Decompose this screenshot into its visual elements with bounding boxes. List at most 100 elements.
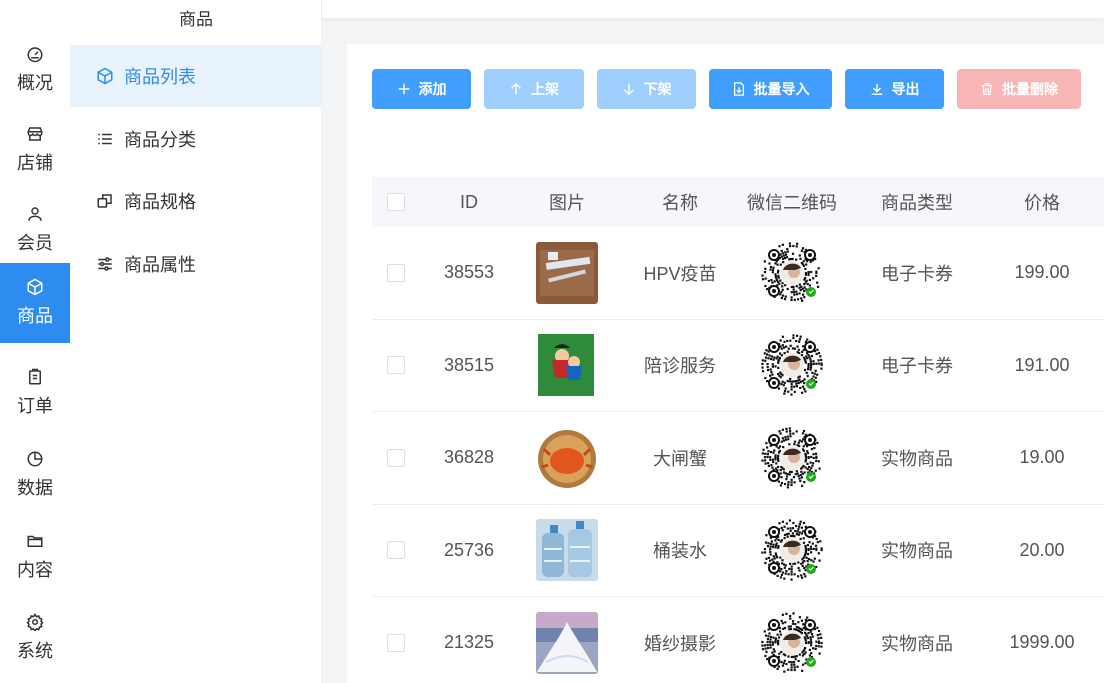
header-qr: 微信二维码	[747, 193, 837, 213]
store-icon	[27, 127, 43, 141]
row-image-cell	[518, 334, 616, 397]
trash-icon	[981, 83, 993, 95]
pie-chart-icon	[27, 451, 43, 467]
row-image-cell	[518, 611, 616, 674]
nav-item-system[interactable]: 系统	[0, 598, 70, 678]
row-type: 实物商品	[881, 448, 953, 469]
copy-icon	[97, 194, 112, 208]
header-id: ID	[460, 191, 478, 212]
row-checkbox[interactable]	[387, 633, 405, 652]
row-qr-cell	[744, 334, 840, 396]
row-price: 191.00	[1014, 354, 1070, 375]
row-checkbox[interactable]	[387, 448, 405, 467]
nav-item-label: 会员	[17, 233, 53, 253]
add-button[interactable]: 添加	[372, 69, 471, 109]
row-name: 大闸蟹	[653, 448, 707, 469]
wechat-qr-code[interactable]	[761, 612, 823, 674]
nav-item-products[interactable]: 商品	[0, 263, 70, 343]
toolbar: 添加 上架 下架 批量导入 导出 批量删除	[372, 69, 1094, 109]
nav-item-label: 系统	[17, 641, 53, 661]
wedding-photo-image	[536, 611, 598, 674]
crab-image	[536, 426, 598, 489]
batch-delete-button[interactable]: 批量删除	[957, 69, 1081, 109]
arrow-down-icon	[623, 83, 634, 96]
header-price: 价格	[1024, 193, 1060, 213]
nav-item-label: 订单	[17, 396, 53, 416]
nav-item-content[interactable]: 内容	[0, 517, 70, 597]
row-price: 20.00	[1019, 539, 1065, 560]
row-qr-cell	[744, 242, 840, 304]
row-id: 36828	[443, 447, 495, 468]
row-name: 桶装水	[653, 541, 707, 562]
user-icon	[28, 207, 42, 221]
unshelve-button[interactable]: 下架	[597, 69, 696, 109]
row-image-cell	[518, 426, 616, 489]
row-checkbox[interactable]	[387, 263, 405, 282]
sidebar-item-product-category[interactable]: 商品分类	[70, 108, 322, 170]
export-button[interactable]: 导出	[845, 69, 944, 109]
row-type: 电子卡券	[881, 263, 953, 284]
row-id: 38515	[443, 354, 495, 375]
row-name: 婚纱摄影	[644, 633, 716, 654]
sidebar-item-product-list[interactable]: 商品列表	[70, 45, 322, 107]
select-all-cell	[372, 193, 420, 211]
sidebar-item-product-attribute[interactable]: 商品属性	[70, 233, 322, 295]
table-header: ID 图片 名称 微信二维码 商品类型 价格	[372, 177, 1104, 227]
nav-item-label: 数据	[17, 478, 53, 498]
nav-item-orders[interactable]: 订单	[0, 353, 70, 433]
row-price: 199.00	[1014, 262, 1070, 283]
top-header-bar	[322, 0, 1104, 18]
box-icon	[97, 67, 113, 85]
wechat-qr-code[interactable]	[761, 519, 823, 581]
row-type: 实物商品	[881, 541, 953, 562]
row-checkbox[interactable]	[387, 356, 405, 375]
table-row: 25736 桶装水 实物商品 20.00	[372, 505, 1104, 597]
row-image-cell	[518, 519, 616, 582]
row-select-cell	[372, 263, 420, 282]
row-id: 21325	[443, 632, 495, 653]
sidebar-item-label: 商品分类	[124, 130, 196, 150]
nav-item-store[interactable]: 店铺	[0, 110, 70, 190]
select-all-checkbox[interactable]	[387, 193, 405, 211]
wechat-qr-code[interactable]	[761, 334, 823, 396]
escort-service-image	[538, 334, 594, 397]
row-id: 38553	[443, 262, 495, 283]
header-name: 名称	[662, 193, 698, 213]
product-table: ID 图片 名称 微信二维码 商品类型 价格 38553 HPV疫苗 电子卡券 …	[372, 177, 1104, 683]
row-name: HPV疫苗	[643, 263, 717, 284]
sidebar-title: 商品	[179, 10, 213, 29]
product-list-panel: 添加 上架 下架 批量导入 导出 批量删除 ID 图片 名称 微信二维码 商品类…	[347, 44, 1104, 683]
row-name: 陪诊服务	[644, 356, 716, 377]
row-select-cell	[372, 356, 420, 375]
dashboard-icon	[27, 47, 43, 63]
shelve-button[interactable]: 上架	[484, 69, 584, 109]
main-nav: 概况 店铺 会员 商品 订单 数据 内容 系统	[0, 0, 70, 683]
sidebar-item-label: 商品属性	[124, 255, 196, 275]
nav-item-label: 概况	[17, 73, 53, 93]
row-image-cell	[518, 241, 616, 304]
file-import-icon	[733, 82, 744, 96]
clipboard-icon	[29, 368, 41, 385]
row-select-cell	[372, 541, 420, 560]
nav-item-overview[interactable]: 概况	[0, 30, 70, 110]
wechat-qr-code[interactable]	[761, 242, 823, 304]
row-qr-cell	[744, 427, 840, 489]
folder-icon	[27, 535, 43, 547]
row-type: 实物商品	[881, 633, 953, 654]
list-icon	[98, 133, 112, 145]
batch-import-button[interactable]: 批量导入	[709, 69, 832, 109]
download-icon	[871, 83, 882, 95]
product-sidebar: 商品 商品列表 商品分类 商品规格 商品属性	[70, 0, 322, 683]
plus-icon	[398, 83, 409, 95]
sidebar-item-product-spec[interactable]: 商品规格	[70, 170, 322, 232]
nav-item-label: 商品	[17, 306, 53, 326]
nav-item-data[interactable]: 数据	[0, 435, 70, 515]
row-select-cell	[372, 448, 420, 467]
nav-item-label: 内容	[17, 560, 53, 580]
sliders-icon	[98, 257, 112, 271]
row-id: 25736	[443, 539, 495, 560]
row-checkbox[interactable]	[387, 541, 405, 560]
wechat-qr-code[interactable]	[761, 427, 823, 489]
row-select-cell	[372, 633, 420, 652]
nav-item-members[interactable]: 会员	[0, 190, 70, 270]
